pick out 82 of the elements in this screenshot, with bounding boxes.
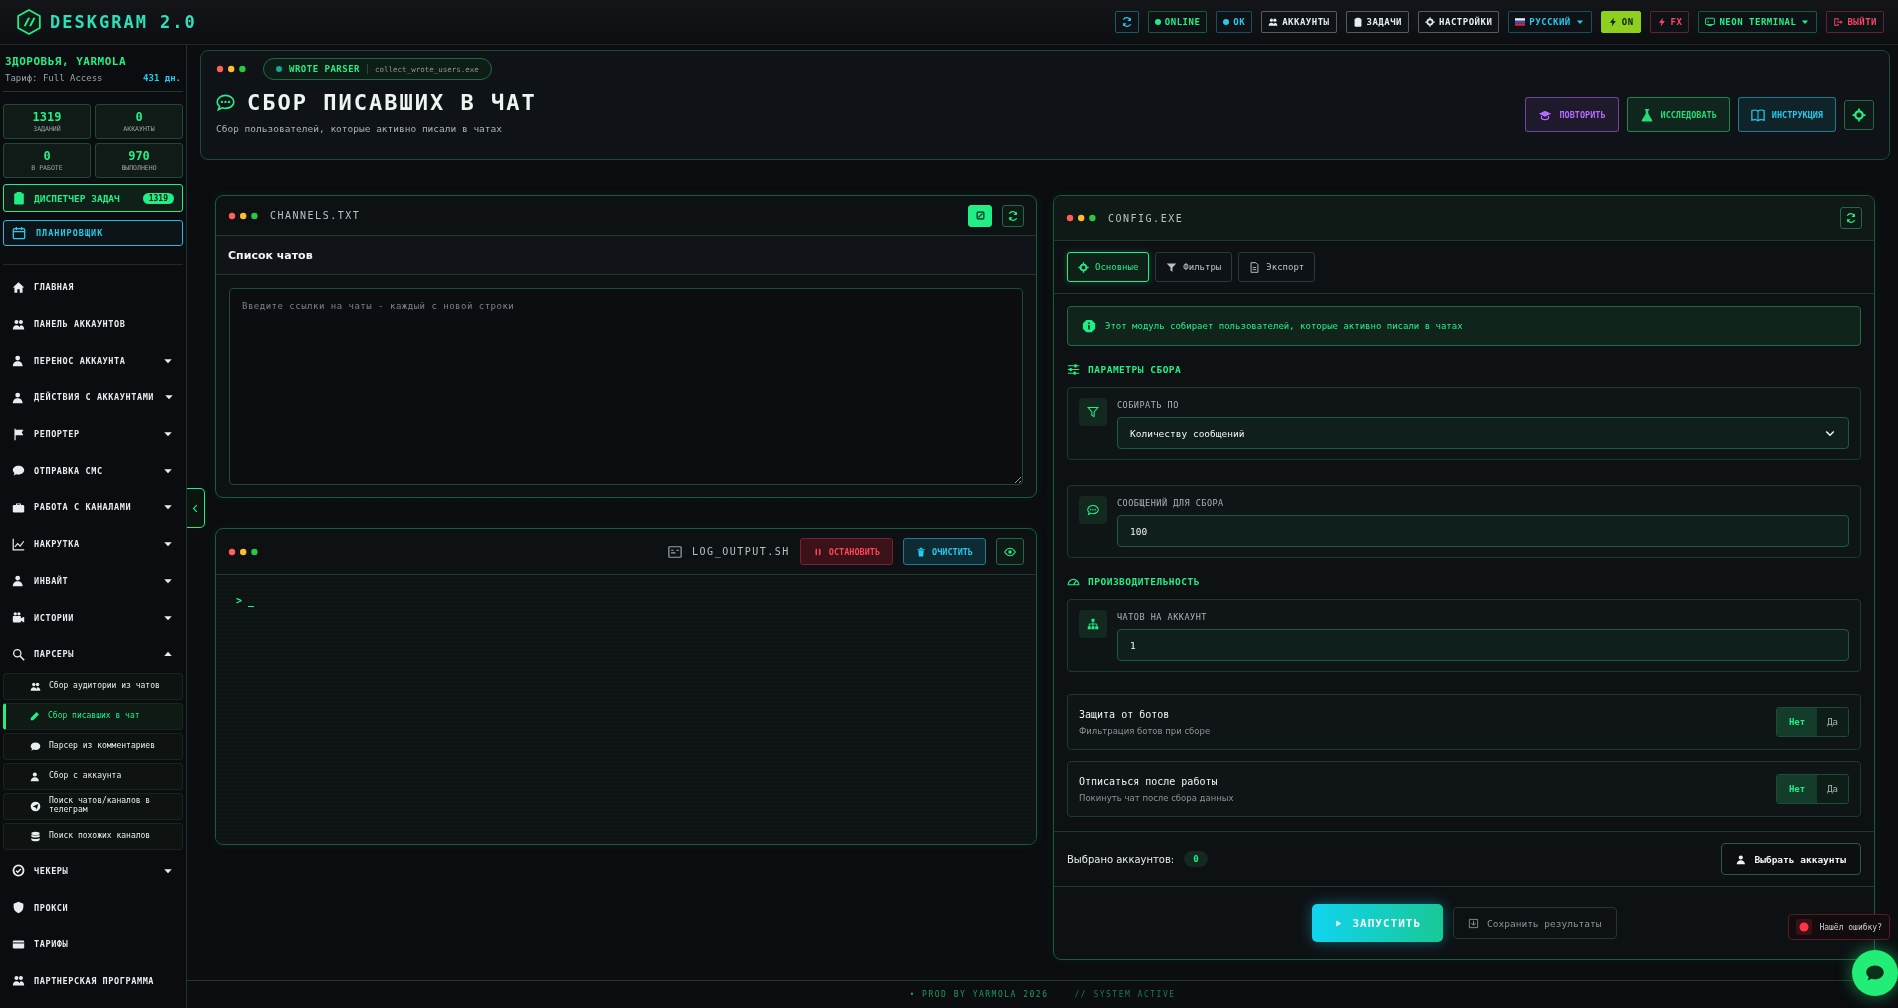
status-indicator: OK <box>1216 11 1253 33</box>
select-field[interactable]: Количеству сообщений <box>1117 417 1849 449</box>
dropdown-button[interactable]: РУССКИЙ <box>1508 11 1592 33</box>
nav-item[interactable]: ПАРСЕРЫ <box>3 635 183 673</box>
segment-button[interactable]: Да <box>1817 708 1848 736</box>
action-button[interactable]: ИНСТРУКЦИЯ <box>1737 97 1836 132</box>
nav-item[interactable]: ДЕЙСТВИЯ С АККАУНТАМИ <box>3 379 183 416</box>
file-name: LOG_OUTPUT.SH <box>692 546 790 557</box>
nav-item[interactable]: ЧЕКЕРЫ <box>3 852 183 890</box>
action-button[interactable]: ПОВТОРИТЬ <box>1525 97 1619 132</box>
app-title: DESKGRAM 2.0 <box>50 12 197 32</box>
stat-value: 0 <box>135 110 143 124</box>
clear-button[interactable]: ОЧИСТИТЬ <box>903 538 986 565</box>
field-label: СОБИРАТЬ ПО <box>1117 400 1180 410</box>
submenu-item[interactable]: Поиск чатов/каналов в телеграм <box>3 792 183 820</box>
dropdown-button[interactable]: NEON TERMINAL <box>1698 11 1818 33</box>
save-results-button[interactable]: Сохранить результаты <box>1453 907 1617 939</box>
task-manager-button[interactable]: ДИСПЕТЧЕР ЗАДАЧ 1319 <box>3 184 183 212</box>
nav-item[interactable]: НАКРУТКА <box>3 525 183 563</box>
user-greeting: ЗДОРОВЬЯ, YARMOLA <box>5 55 128 68</box>
field-label: ЧАТОВ НА АККАУНТ <box>1117 612 1208 622</box>
topbar-button[interactable]: ЗАДАЧИ <box>1345 11 1410 33</box>
tab[interactable]: Фильтры <box>1155 252 1233 282</box>
tab[interactable]: Экспорт <box>1238 252 1316 282</box>
toggle-button[interactable]: ON <box>1600 11 1641 33</box>
field-label: СООБЩЕНИЙ ДЛЯ СБОРА <box>1117 498 1225 508</box>
submenu-item[interactable]: Сбор аудитории из чатов <box>3 672 183 700</box>
input-field[interactable]: 100 <box>1117 515 1849 547</box>
nav-item[interactable]: РЕПОРТЕР <box>3 415 183 453</box>
section-heading: ПРОИЗВОДИТЕЛЬНОСТЬ <box>1088 576 1200 587</box>
nav-item[interactable]: ПРОКСИ <box>3 889 183 926</box>
submenu-item[interactable]: Поиск похожих каналов <box>3 822 183 850</box>
stat-value: 970 <box>128 149 150 163</box>
option-hint: Покинуть чат после сбора данных <box>1079 792 1234 803</box>
stat-value: 0 <box>43 149 51 163</box>
topbar-button[interactable]: ВЫЙТИ <box>1826 11 1884 33</box>
nav-item[interactable]: ПАНЕЛЬ АККАУНТОВ <box>3 305 183 343</box>
terminal-prompt: > _ <box>236 595 256 606</box>
submenu-item[interactable]: Парсер из комментариев <box>3 732 183 760</box>
nav-item[interactable]: РАБОТА С КАНАЛАМИ <box>3 489 183 526</box>
info-banner: Этот модуль собирает пользователей, которые активно писали в чатах <box>1067 306 1861 346</box>
segment-button[interactable]: Нет <box>1776 775 1818 803</box>
file-name: CONFIG.EXE <box>1108 212 1184 224</box>
page-title: СБОР ПИСАВШИХ В ЧАТ <box>247 90 537 115</box>
count-badge: 1319 <box>142 192 174 204</box>
footer-credit: • PROD BY YARMOLA 2026 <box>909 990 1049 999</box>
topbar-button[interactable]: FX <box>1649 11 1690 33</box>
option-title: Защита от ботов <box>1079 708 1171 720</box>
submenu-item[interactable]: Сбор писавших в чат <box>3 702 183 730</box>
file-name: CHANNELS.TXT <box>270 210 361 221</box>
segment-button[interactable]: Нет <box>1776 708 1818 736</box>
choose-accounts-button[interactable]: Выбрать аккаунты <box>1721 843 1861 875</box>
text-area[interactable]: Введите ссылки на чаты - каждый с новой строки <box>229 288 1023 485</box>
stop-button[interactable]: ОСТАНОВИТЬ <box>799 538 894 565</box>
nav-item[interactable]: ИНВАЙТ <box>3 562 183 600</box>
days-left: 431 дн. <box>143 73 181 83</box>
section-heading: ПАРАМЕТРЫ СБОРА <box>1088 364 1182 375</box>
footer-status: // SYSTEM ACTIVE <box>1074 990 1176 999</box>
option-hint: Фильтрация ботов при сборе <box>1079 725 1211 736</box>
nav-item[interactable]: ОТПРАВКА СМС <box>3 452 183 490</box>
section-heading: Список чатов <box>228 248 313 262</box>
action-button[interactable]: ИССЛЕДОВАТЬ <box>1626 97 1730 132</box>
status-indicator: ONLINE <box>1147 11 1208 33</box>
tab[interactable]: Основные <box>1067 252 1150 282</box>
nav-item[interactable]: ТАРИФЫ <box>3 925 183 963</box>
submenu-item[interactable]: Сбор с аккаунта <box>3 762 183 790</box>
plan-label: Тариф: Full Access <box>5 73 103 83</box>
nav-item[interactable]: ПЕРЕНОС АККАУНТА <box>3 342 183 380</box>
count-badge: 0 <box>1184 851 1208 867</box>
scheduler-button[interactable]: ПЛАНИРОВЩИК <box>3 220 183 246</box>
topbar-button[interactable]: НАСТРОЙКИ <box>1418 11 1500 33</box>
page-subtitle: Сбор пользователей, которые активно писали в чатах <box>216 123 503 134</box>
option-title: Отписаться после работы <box>1079 775 1219 787</box>
nav-item[interactable]: ИСТОРИИ <box>3 599 183 636</box>
topbar-button[interactable]: АККАУНТЫ <box>1261 11 1337 33</box>
nav-item[interactable]: ПАРТНЕРСКАЯ ПРОГРАММА <box>3 962 183 1000</box>
input-field[interactable]: 1 <box>1117 629 1849 661</box>
accounts-label: Выбрано аккаунтов: <box>1067 853 1175 865</box>
nav-item[interactable]: ГЛАВНАЯ <box>3 269 183 306</box>
bug-report-button[interactable]: Нашёл ошибку? <box>1788 914 1890 940</box>
segment-button[interactable]: Да <box>1817 775 1848 803</box>
stat-value: 1319 <box>32 110 62 124</box>
